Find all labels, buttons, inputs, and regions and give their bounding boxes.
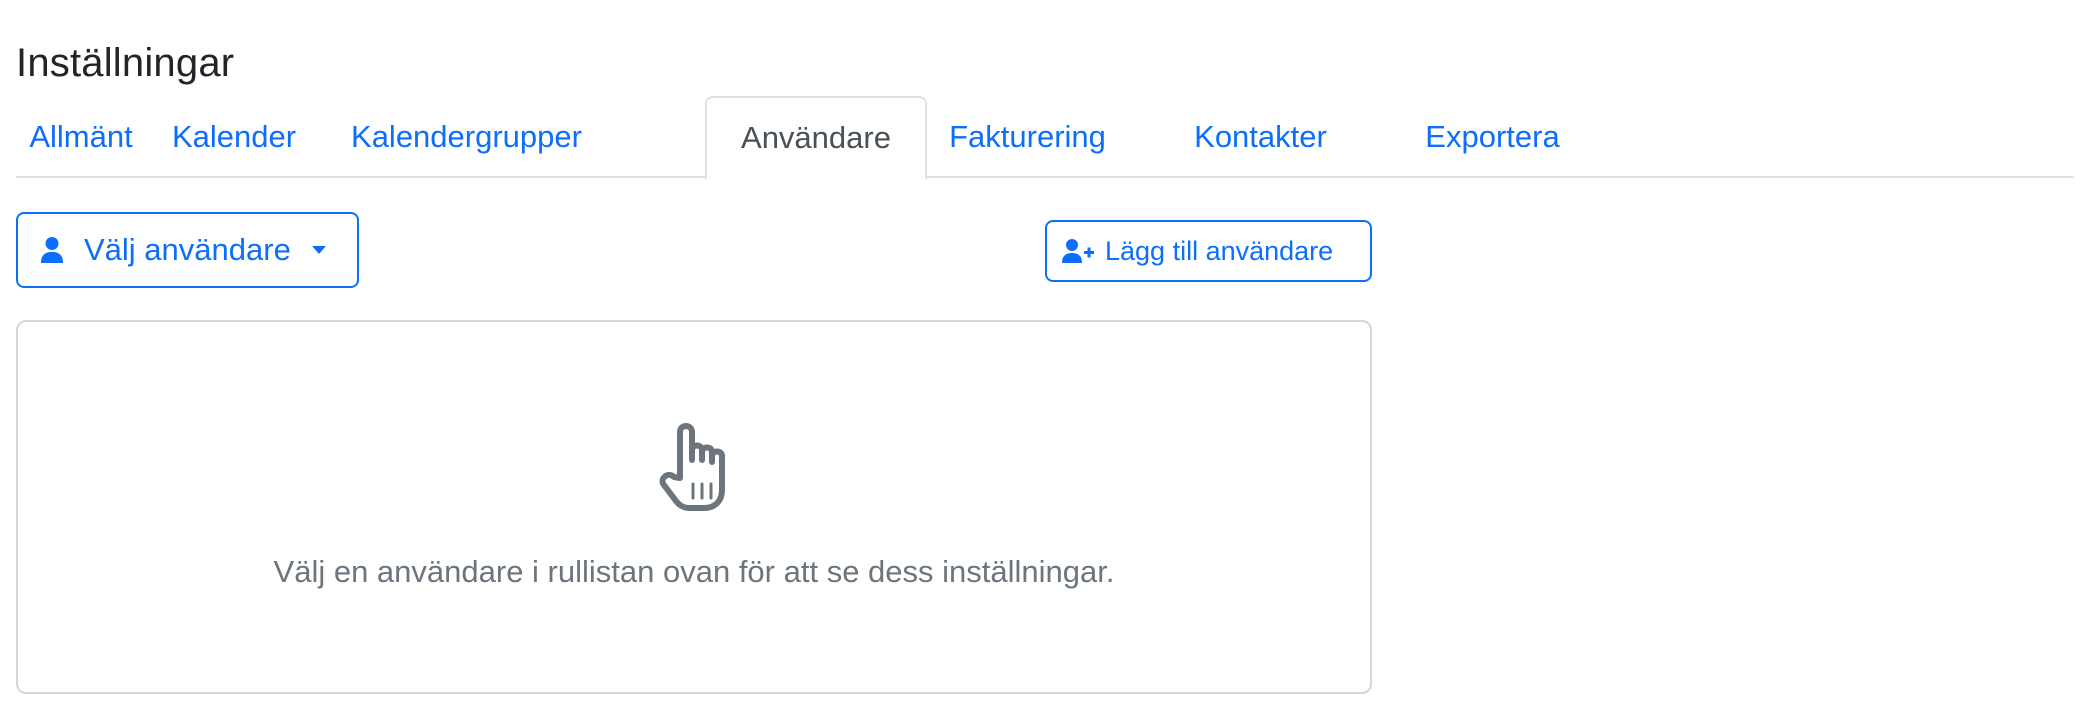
pointing-hand-icon <box>642 418 738 514</box>
tab-allmant[interactable]: Allmänt <box>16 96 146 178</box>
empty-state-message: Välj en användare i rullistan ovan för a… <box>273 554 1115 589</box>
empty-state-card: Välj en användare i rullistan ovan för a… <box>16 320 1372 694</box>
tab-anvandare[interactable]: Användare <box>705 96 927 180</box>
add-user-button[interactable]: Lägg till användare <box>1045 220 1372 282</box>
tab-kalendergrupper[interactable]: Kalendergrupper <box>322 96 611 178</box>
user-icon <box>40 236 64 264</box>
tab-kalender[interactable]: Kalender <box>146 96 322 178</box>
settings-tabs: Allmänt Kalender Kalendergrupper Använda… <box>16 96 2074 180</box>
tab-kontakter[interactable]: Kontakter <box>1168 96 1353 178</box>
select-user-dropdown[interactable]: Välj användare <box>16 212 359 288</box>
add-user-label: Lägg till användare <box>1105 235 1334 266</box>
caret-down-icon <box>311 245 327 255</box>
tab-fakturering[interactable]: Fakturering <box>927 96 1128 178</box>
page-title: Inställningar <box>16 40 235 85</box>
settings-page: Inställningar Allmänt Kalender Kalenderg… <box>0 0 2084 706</box>
tab-exportera[interactable]: Exportera <box>1396 96 1589 178</box>
user-plus-icon <box>1061 238 1095 264</box>
select-user-label: Välj användare <box>84 232 291 267</box>
